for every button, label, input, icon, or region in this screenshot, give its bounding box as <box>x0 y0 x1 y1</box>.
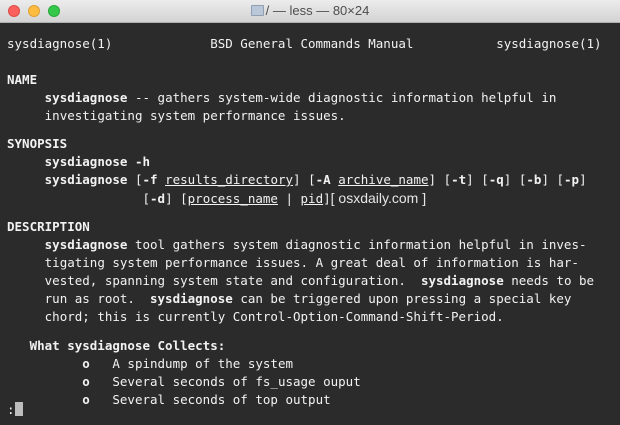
list-item-text: A spindump of the system <box>112 356 293 371</box>
description-line-3: vested, spanning system state and config… <box>7 272 594 290</box>
syn3-separator: | <box>277 191 301 206</box>
name-heading-line: NAME <box>7 71 37 89</box>
bullet: o <box>82 374 90 389</box>
header-left: sysdiagnose(1) <box>7 36 113 51</box>
desc-text: tigating system performance issues. A gr… <box>44 255 579 270</box>
man-header: sysdiagnose(1) BSD General Commands Manu… <box>7 35 602 53</box>
syn2-arg-archive-name: archive_name <box>338 172 429 187</box>
window-title-bar-text: / — less — 80×24 <box>0 0 620 22</box>
desc-cmd: sysdiagnose <box>420 273 504 288</box>
desc-text: chord; this is currently Control-Option-… <box>44 309 504 324</box>
syn3-arg-process-name: process_name <box>187 191 278 206</box>
header-center: BSD General Commands Manual <box>210 36 414 51</box>
collects-heading-line: What sysdiagnose Collects: <box>7 337 226 355</box>
prompt-colon: : <box>7 402 15 417</box>
desc-text: needs to be <box>503 273 595 288</box>
less-prompt[interactable]: : <box>7 401 23 419</box>
syn2-opt-p: -p <box>564 172 580 187</box>
name-desc-1: -- gathers system-wide diagnostic inform… <box>127 90 557 105</box>
collects-heading: What sysdiagnose Collects: <box>29 338 226 353</box>
syn2-opt-A: -A <box>315 172 331 187</box>
desc-text: run as root. <box>44 291 150 306</box>
description-heading: DESCRIPTION <box>7 219 90 234</box>
description-line-4: run as root. sysdiagnose can be triggere… <box>7 290 572 308</box>
window-title: / — less — 80×24 <box>265 3 370 18</box>
synopsis-line-2: sysdiagnose [-f results_directory] [-A a… <box>7 171 587 189</box>
desc-text: can be triggered upon pressing a special… <box>232 291 572 306</box>
syn2-arg-results-directory: results_directory <box>165 172 294 187</box>
name-heading: NAME <box>7 72 38 87</box>
list-item: o Several seconds of top output <box>7 391 331 409</box>
syn3-punct: ] <box>323 191 331 206</box>
syn2-punct: ] [ <box>293 172 316 187</box>
desc-text: tool gathers system diagnostic informati… <box>127 237 587 252</box>
description-line-1: sysdiagnose tool gathers system diagnost… <box>7 236 587 254</box>
synopsis-heading: SYNOPSIS <box>7 136 68 151</box>
syn2-opt-t: -t <box>451 172 467 187</box>
list-item: o Several seconds of fs_usage ouput <box>7 373 361 391</box>
syn3-arg-pid: pid <box>300 191 324 206</box>
list-item: o A spindump of the system <box>7 355 293 373</box>
name-desc-2: investigating system performance issues. <box>44 108 346 123</box>
text-cursor <box>14 402 23 416</box>
header-right: sysdiagnose(1) <box>496 36 602 51</box>
desc-cmd: sysdiagnose <box>44 237 128 252</box>
name-line-2: investigating system performance issues. <box>7 107 346 125</box>
syn3-punct: ] [ <box>165 191 188 206</box>
terminal-window: / — less — 80×24 sysdiagnose(1) BSD Gene… <box>0 0 620 425</box>
syn1-opt: -h <box>127 154 151 169</box>
name-line-1: sysdiagnose -- gathers system-wide diagn… <box>7 89 557 107</box>
watermark: [ osxdaily.com ] <box>330 190 427 206</box>
desc-text: vested, spanning system state and config… <box>44 273 421 288</box>
syn3-opt-d: -d <box>150 191 166 206</box>
list-item-text: Several seconds of fs_usage ouput <box>112 374 361 389</box>
desc-cmd: sysdiagnose <box>150 291 233 306</box>
syn2-opt-f: -f <box>142 172 158 187</box>
folder-icon <box>250 5 264 16</box>
description-line-2: tigating system performance issues. A gr… <box>7 254 579 272</box>
syn2-punct: ] [ <box>428 172 452 187</box>
synopsis-line-3: [-d] [process_name | pid][ osxdaily.com … <box>7 189 426 207</box>
syn1-cmd: sysdiagnose <box>44 154 128 169</box>
name-cmd: sysdiagnose <box>44 90 128 105</box>
title-bar[interactable]: / — less — 80×24 <box>0 0 620 23</box>
description-line-5: chord; this is currently Control-Option-… <box>7 308 504 326</box>
syn2-punct: ] [ <box>503 172 527 187</box>
bullet: o <box>82 356 90 371</box>
synopsis-heading-line: SYNOPSIS <box>7 135 67 153</box>
syn3-punct: [ <box>142 191 150 206</box>
syn2-punct: ] [ <box>541 172 565 187</box>
syn2-punct <box>158 172 166 187</box>
syn2-cmd: sysdiagnose <box>44 172 128 187</box>
bullet: o <box>82 392 90 407</box>
syn2-opt-b: -b <box>526 172 542 187</box>
description-heading-line: DESCRIPTION <box>7 218 90 236</box>
synopsis-line-1: sysdiagnose -h <box>7 153 150 171</box>
terminal-content[interactable]: sysdiagnose(1) BSD General Commands Manu… <box>0 23 620 425</box>
syn2-punct: ] [ <box>466 172 489 187</box>
syn2-punct: ] <box>579 172 587 187</box>
syn2-opt-q: -q <box>488 172 504 187</box>
syn2-punct: [ <box>127 172 143 187</box>
list-item-text: Several seconds of top output <box>112 392 331 407</box>
